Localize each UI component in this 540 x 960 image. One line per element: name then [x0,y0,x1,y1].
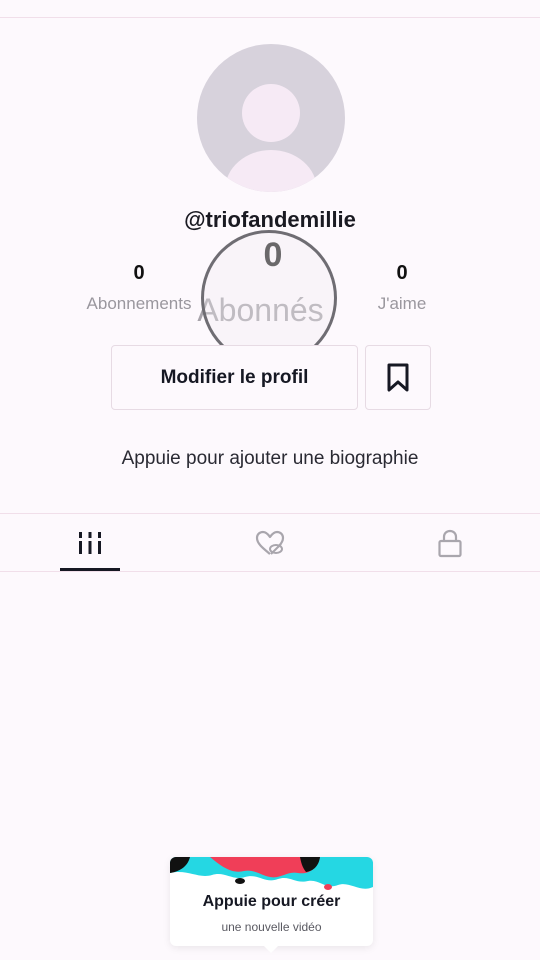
create-prompt-subtitle: une nouvelle vidéo [221,920,322,934]
following-label[interactable]: Abonnements [64,294,214,314]
likes-count[interactable]: 0 [342,262,462,285]
lock-icon [438,529,462,557]
liked-heart-icon [255,530,285,555]
avatar[interactable] [197,44,345,192]
create-video-prompt[interactable]: Appuie pour créer une nouvelle vidéo [170,857,373,946]
bio-prompt[interactable]: Appuie pour ajouter une biographie [0,448,540,470]
likes-label[interactable]: J'aime [327,294,477,314]
edit-profile-label: Modifier le profil [160,366,309,388]
following-count[interactable]: 0 [79,262,199,285]
edit-profile-button[interactable]: Modifier le profil [111,345,358,410]
profile-screen: @triofandemillie 0 Abonnements 0 Abonnés… [0,0,540,960]
tabs-bottom-divider [0,571,540,572]
bookmarks-button[interactable] [365,345,431,410]
tab-videos[interactable] [0,514,180,571]
grid-icon [79,531,101,554]
tab-private[interactable] [360,514,540,571]
top-divider [0,17,540,18]
bookmark-icon [387,363,409,391]
create-prompt-pointer [263,945,279,953]
tab-liked[interactable] [180,514,360,571]
create-prompt-title: Appuie pour créer [202,893,341,910]
avatar-placeholder-body [225,150,317,192]
avatar-placeholder-head [242,84,300,142]
